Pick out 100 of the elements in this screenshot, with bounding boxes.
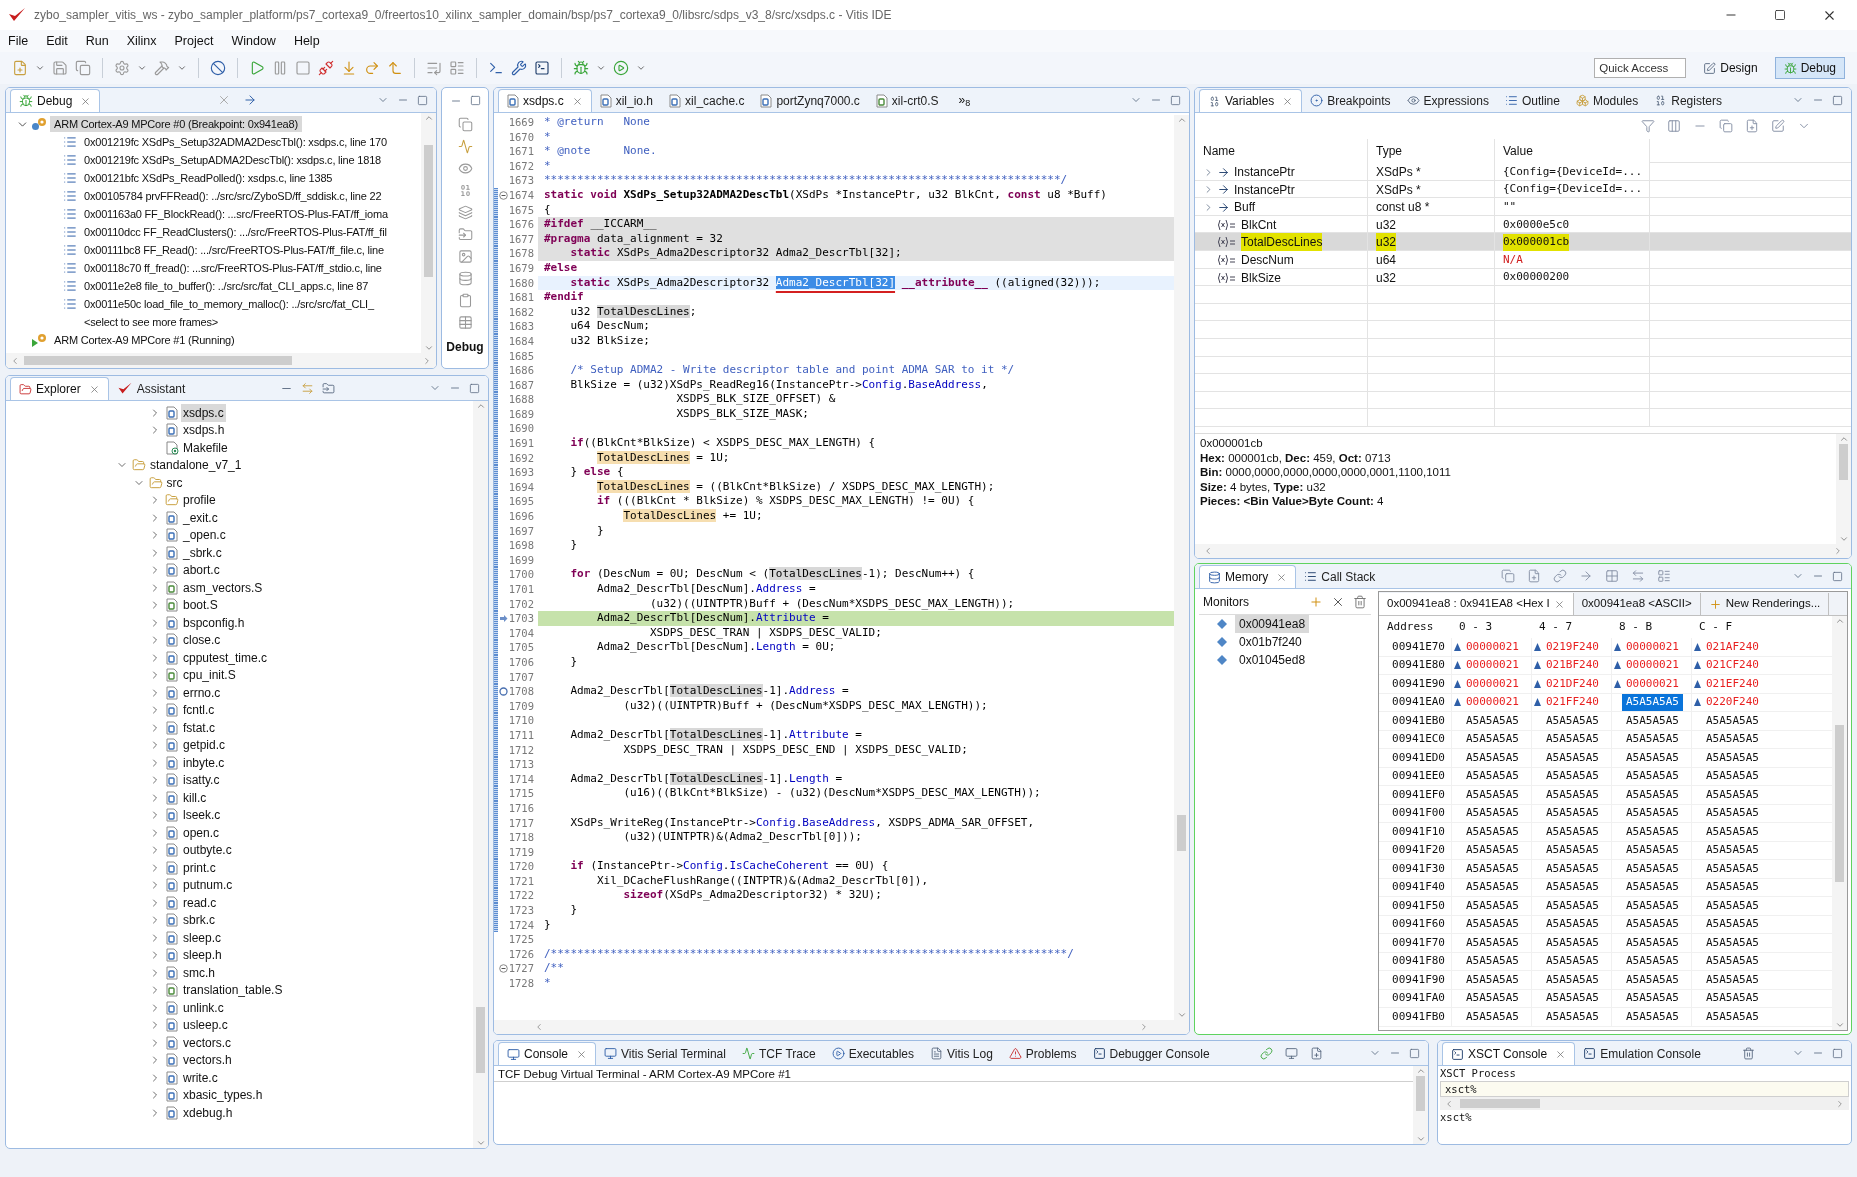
memory-cell[interactable]: A5A5A5A5 xyxy=(1542,915,1603,933)
tree-item[interactable]: cpputest_time.c xyxy=(181,648,270,667)
caret-icon[interactable] xyxy=(177,63,187,73)
tree-item[interactable]: translation_table.S xyxy=(181,981,285,1000)
memory-cell[interactable]: A5A5A5A5 xyxy=(1622,1008,1683,1026)
memory-cell[interactable]: A5A5A5A5 xyxy=(1462,749,1523,767)
memory-cell[interactable]: A5A5A5A5 xyxy=(1462,730,1523,748)
table-row[interactable]: InstancePtr XSdPs * {Config={DeviceId=... xyxy=(1195,163,1851,181)
memory-cell[interactable]: A5A5A5A5 xyxy=(1462,767,1523,785)
edit-icon[interactable] xyxy=(1771,119,1785,133)
arrow-icon[interactable] xyxy=(1578,569,1593,583)
remove-all-icon[interactable] xyxy=(1353,594,1367,609)
scroll-left-icon[interactable] xyxy=(534,1022,544,1032)
tab[interactable]: Problems xyxy=(1000,1042,1085,1065)
scrollbar-thumb[interactable] xyxy=(1839,443,1848,480)
tab[interactable]: xil_io.h xyxy=(591,89,662,112)
breakpoint-icon[interactable] xyxy=(498,686,508,696)
memory-cell[interactable]: 00000021 xyxy=(1622,656,1683,674)
command-field[interactable]: xsct% xyxy=(1440,1081,1849,1097)
save-icon[interactable] xyxy=(52,60,68,76)
memory-cell[interactable]: A5A5A5A5 xyxy=(1542,841,1603,859)
new-file-icon[interactable] xyxy=(1745,119,1759,133)
perspective-button[interactable]: Debug xyxy=(1774,57,1845,79)
folder-icon[interactable] xyxy=(457,227,473,242)
tab[interactable]: Assistant xyxy=(108,377,194,400)
tree-item[interactable]: profile xyxy=(181,491,218,510)
tree-item[interactable]: isatty.c xyxy=(181,771,222,790)
tree-item[interactable]: xdebug.h xyxy=(181,1103,235,1122)
memory-cell[interactable]: A5A5A5A5 xyxy=(1622,860,1683,878)
tree-item[interactable]: outbyte.c xyxy=(181,841,234,860)
tree-item[interactable]: close.c xyxy=(181,631,223,650)
memory-cell[interactable]: A5A5A5A5 xyxy=(1702,1008,1763,1026)
tree-item[interactable]: kill.c xyxy=(181,788,209,807)
menu-item[interactable]: Window xyxy=(231,31,276,51)
memory-cell[interactable]: 00000021 xyxy=(1462,675,1523,693)
tab[interactable]: 0x00941ea8 <ASCII> xyxy=(1573,593,1701,615)
tree-item[interactable]: getpid.c xyxy=(181,736,228,755)
scroll-left-icon[interactable] xyxy=(1203,546,1213,556)
caret-icon[interactable] xyxy=(35,63,45,73)
tree-item[interactable]: read.c xyxy=(181,893,219,912)
tab[interactable]: xsdps.c xyxy=(498,89,592,112)
scrollbar-thumb[interactable] xyxy=(1416,1076,1425,1111)
tab[interactable]: Modules xyxy=(1567,89,1647,112)
terminal-icon[interactable] xyxy=(488,60,504,76)
menu-item[interactable]: Run xyxy=(85,31,109,51)
tab[interactable]: Executables xyxy=(823,1042,922,1065)
tree-item[interactable]: ARM Cortex-A9 MPCore #0 (Breakpoint: 0x941ea8) xyxy=(50,115,302,133)
memory-cell[interactable]: A5A5A5A5 xyxy=(1542,786,1603,804)
memory-cell[interactable]: A5A5A5A5 xyxy=(1542,971,1603,989)
memory-cell[interactable]: A5A5A5A5 xyxy=(1542,1008,1603,1026)
scrollbar[interactable] xyxy=(6,353,436,368)
image-icon[interactable] xyxy=(457,249,473,264)
tab[interactable]: Memory xyxy=(1199,565,1297,588)
play-icon[interactable] xyxy=(249,60,265,76)
memory-cell[interactable]: A5A5A5A5 xyxy=(1702,786,1763,804)
scroll-right-icon[interactable] xyxy=(1835,1098,1845,1109)
tab[interactable]: Debug xyxy=(10,89,101,112)
tree-item[interactable]: cpu_init.S xyxy=(181,666,238,685)
scrollbar-thumb[interactable] xyxy=(1460,1099,1540,1108)
memory-cell[interactable]: A5A5A5A5 xyxy=(1462,1008,1523,1026)
tree-item[interactable]: write.c xyxy=(181,1068,220,1087)
memory-cell[interactable]: A5A5A5A5 xyxy=(1542,934,1603,952)
list-icon[interactable] xyxy=(449,60,465,76)
scrollbar-thumb[interactable] xyxy=(1177,815,1186,851)
ban-icon[interactable] xyxy=(210,60,226,76)
tab[interactable]: Expressions xyxy=(1398,89,1497,112)
memory-cell[interactable]: A5A5A5A5 xyxy=(1622,767,1683,785)
fold-icon[interactable] xyxy=(498,964,508,974)
memory-cell[interactable]: A5A5A5A5 xyxy=(1622,730,1683,748)
scrollbar-thumb[interactable] xyxy=(24,356,292,365)
memory-cell[interactable]: A5A5A5A5 xyxy=(1702,989,1763,1007)
corner-arrow-icon[interactable] xyxy=(387,60,403,76)
memory-cell[interactable]: A5A5A5A5 xyxy=(1462,860,1523,878)
table-row[interactable]: Buff const u8 * "" xyxy=(1195,198,1851,216)
tree-item[interactable]: sleep.h xyxy=(181,946,224,965)
activity-icon[interactable] xyxy=(457,139,473,154)
scrollbar[interactable] xyxy=(1836,433,1851,544)
tree-item[interactable]: _exit.c xyxy=(181,508,220,527)
memory-cell[interactable]: A5A5A5A5 xyxy=(1622,841,1683,859)
hammer-icon[interactable] xyxy=(154,60,170,76)
terminal-icon[interactable] xyxy=(534,60,550,76)
memory-cell[interactable]: A5A5A5A5 xyxy=(1462,915,1523,933)
memory-cell[interactable]: A5A5A5A5 xyxy=(1542,952,1603,970)
tree-item[interactable]: sleep.c xyxy=(181,928,224,947)
menu-item[interactable]: Help xyxy=(293,31,320,51)
layout-icon[interactable] xyxy=(1656,569,1671,583)
memory-cell[interactable]: A5A5A5A5 xyxy=(1702,915,1763,933)
tree-item[interactable]: fcntl.c xyxy=(181,701,217,720)
monitor-item[interactable]: 0x00941ea8 xyxy=(1235,615,1310,633)
gear-icon[interactable] xyxy=(114,60,130,76)
tree-item[interactable]: putnum.c xyxy=(181,876,235,895)
scrollbar-thumb[interactable] xyxy=(1835,724,1844,883)
menu-item[interactable]: File xyxy=(8,31,29,51)
swap-icon[interactable] xyxy=(1630,569,1645,583)
memory-cell[interactable]: 00000021 xyxy=(1622,638,1683,656)
table-row[interactable]: BlkSize u32 0x00000200 xyxy=(1195,268,1851,287)
memory-cell[interactable]: A5A5A5A5 xyxy=(1702,804,1763,822)
copy-icon[interactable] xyxy=(75,60,91,76)
monitor-item[interactable]: 0x01045ed8 xyxy=(1235,651,1310,669)
clipboard-icon[interactable] xyxy=(457,293,473,308)
